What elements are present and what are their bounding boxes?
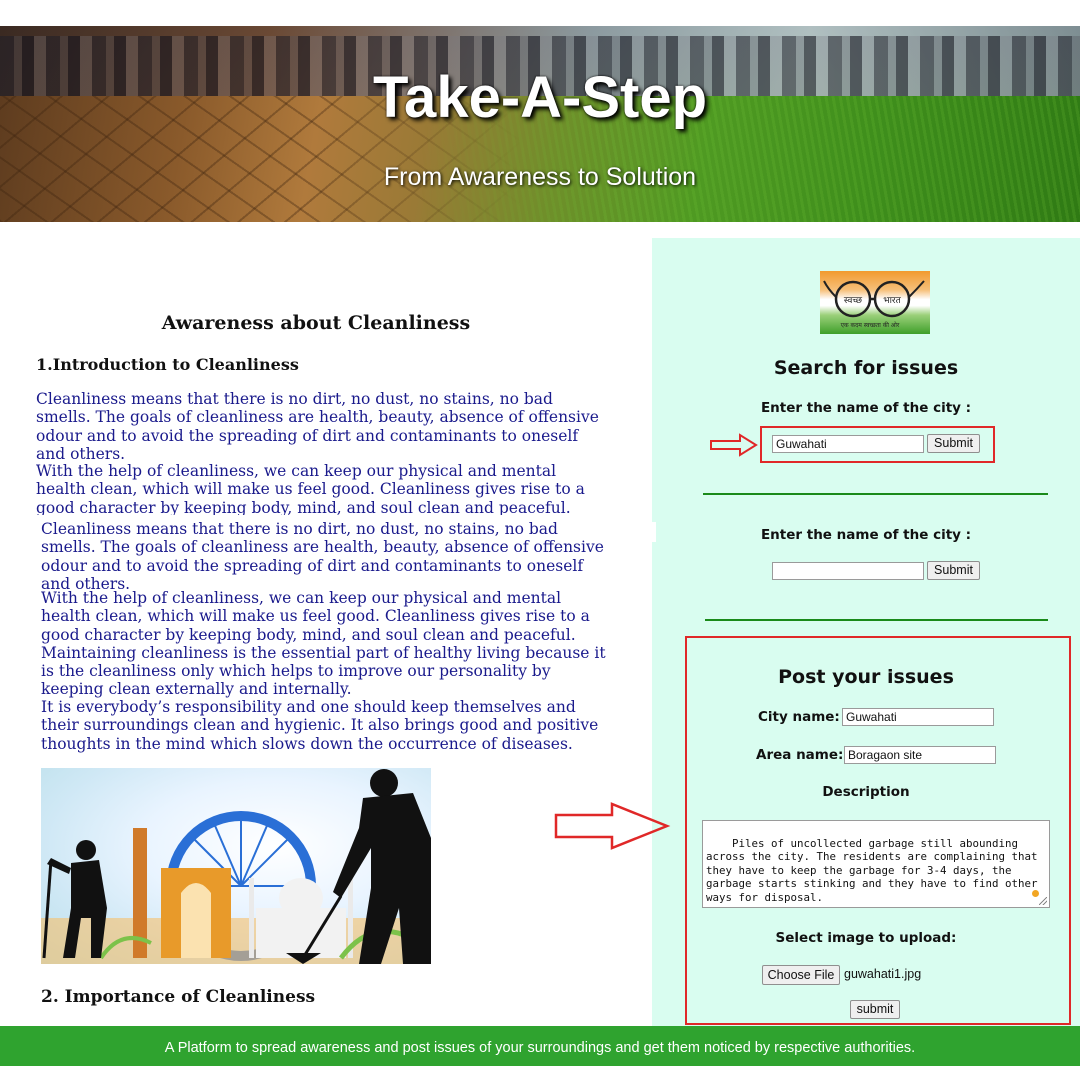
search-city-input-2[interactable] (772, 562, 924, 580)
annotation-arrow-icon (554, 802, 671, 850)
glasses-icon: स्वच्छ भारत एक कदम स्वच्छता की ओर (823, 280, 925, 329)
site-subtitle: From Awareness to Solution (383, 163, 697, 191)
divider (705, 619, 1048, 621)
logo-left-text: स्वच्छ (844, 296, 863, 306)
post-section-title: Post your issues (778, 666, 954, 688)
resize-grip-icon[interactable] (1039, 897, 1047, 905)
grammar-indicator-icon (1032, 890, 1039, 897)
issues-panel: स्वच्छ भारत एक कदम स्वच्छता की ओर Search… (652, 238, 1080, 1026)
area-name-label: Area name: (756, 747, 844, 763)
article-paragraph-overlapped: With the help of cleanliness, we can kee… (36, 462, 585, 515)
article-paragraph-duplicate-text: Cleanliness means that there is no dirt,… (41, 520, 604, 593)
post-city-input[interactable] (842, 708, 994, 726)
article-paragraph: With the help of cleanliness, we can kee… (41, 589, 606, 699)
swachh-bharat-logo: स्वच्छ भारत एक कदम स्वच्छता की ओर (820, 271, 930, 334)
search-section-title: Search for issues (773, 357, 959, 379)
divider (703, 493, 1048, 495)
cleanliness-illustration (41, 768, 431, 964)
image-upload-label: Select image to upload: (775, 930, 957, 946)
section-title-introduction: 1.Introduction to Cleanliness (36, 355, 299, 374)
article-paragraph: Cleanliness means that there is no dirt,… (36, 390, 599, 463)
article-paragraph-duplicate: Cleanliness means that there is no dirt,… (41, 520, 611, 593)
logo-tagline: एक कदम स्वच्छता की ओर (841, 321, 900, 329)
footer-text: A Platform to spread awareness and post … (164, 1040, 916, 1056)
site-title: Take-A-Step (372, 65, 708, 130)
section-title-importance: 2. Importance of Cleanliness (41, 987, 316, 1007)
article-heading: Awareness about Cleanliness (161, 312, 471, 334)
search-submit-button-2[interactable]: Submit (927, 561, 980, 580)
description-textarea[interactable]: Piles of uncollected garbage still aboun… (702, 820, 1050, 908)
description-label: Description (822, 784, 910, 800)
search-city-label-2: Enter the name of the city : (760, 527, 972, 543)
footer-bar: A Platform to spread awareness and post … (0, 1026, 1080, 1066)
choose-file-button[interactable]: Choose File (762, 965, 840, 985)
panel-gap (652, 522, 656, 542)
annotation-arrow-icon (710, 433, 758, 457)
post-area-input[interactable] (844, 746, 996, 764)
search-city-input[interactable] (772, 435, 924, 453)
search-submit-button[interactable]: Submit (927, 434, 980, 453)
selected-file-name: guwahati1.jpg (844, 967, 922, 981)
hero-banner: Take-A-Step From Awareness to Solution (0, 26, 1080, 222)
awareness-article: Awareness about Cleanliness 1.Introducti… (0, 222, 640, 1026)
cleanliness-illustration-art (41, 769, 431, 964)
city-name-label: City name: (758, 709, 840, 725)
search-city-label: Enter the name of the city : (760, 400, 972, 416)
article-paragraph: It is everybody’s responsibility and one… (41, 698, 599, 753)
description-text: Piles of uncollected garbage still aboun… (706, 836, 1045, 904)
logo-right-text: भारत (883, 296, 901, 306)
post-submit-button[interactable]: submit (850, 1000, 900, 1019)
